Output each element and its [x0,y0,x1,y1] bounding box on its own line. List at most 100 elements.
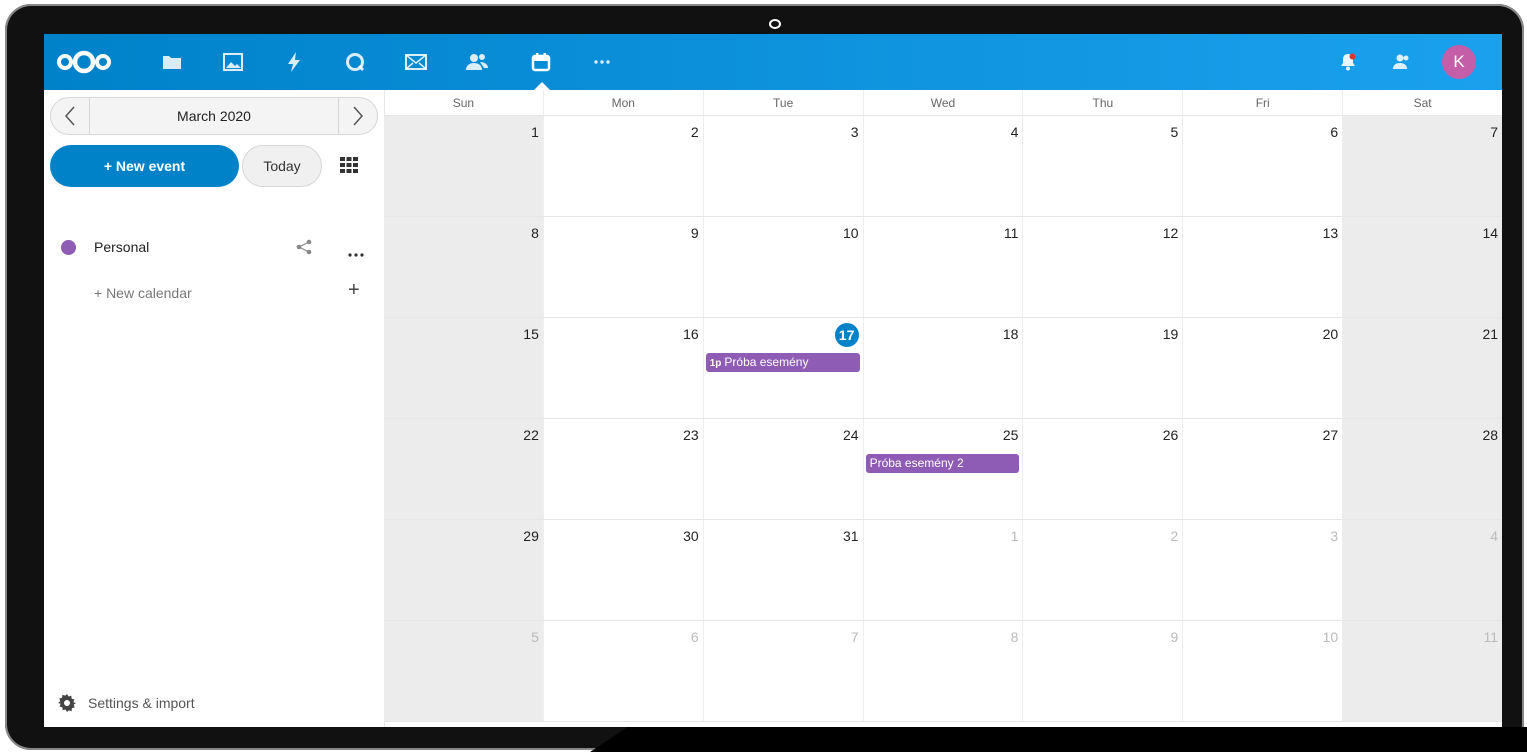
next-month-button[interactable] [338,98,377,134]
calendar-day-cell[interactable]: 10 [1182,621,1342,721]
day-number[interactable]: 1 [531,124,539,140]
day-number[interactable]: 5 [1171,124,1179,140]
calendar-day-cell[interactable]: 8 [862,621,1023,721]
day-number[interactable]: 12 [1163,225,1179,241]
day-number[interactable]: 16 [683,326,699,342]
day-number[interactable]: 13 [1323,225,1339,241]
day-number[interactable]: 8 [531,225,539,241]
calendar-day-cell[interactable]: 25 Próba esemény 2 [862,419,1023,519]
calendar-day-cell[interactable]: 12 [1022,217,1182,317]
day-number[interactable]: 10 [1323,629,1339,645]
calendar-day-cell[interactable]: 9 [1022,621,1182,721]
calendar-list-item-personal[interactable]: Personal [44,230,384,266]
calendar-day-cell[interactable]: 17 1p Próba esemény [702,318,863,418]
calendar-day-cell[interactable]: 8 [384,217,543,317]
calendar-day-cell[interactable]: 2 [542,116,703,216]
day-number[interactable]: 21 [1482,326,1498,342]
previous-month-button[interactable] [51,98,90,134]
calendar-day-cell[interactable]: 7 [702,621,863,721]
calendar-day-cell[interactable]: 1 [384,116,543,216]
day-number[interactable]: 15 [523,326,539,342]
day-number[interactable]: 11 [1483,629,1498,645]
view-grid-icon[interactable] [340,157,358,178]
day-number[interactable]: 11 [1004,225,1019,241]
current-month-label[interactable]: March 2020 [90,98,338,134]
day-number[interactable]: 27 [1323,427,1339,443]
files-app-icon[interactable] [152,34,192,90]
new-event-button[interactable]: + New event [50,145,239,187]
day-number[interactable]: 2 [691,124,699,140]
more-apps-icon[interactable] [582,34,622,90]
nextcloud-logo-icon[interactable] [56,50,112,79]
calendar-day-cell[interactable]: 18 [862,318,1023,418]
calendar-day-cell[interactable]: 4 [862,116,1023,216]
day-number[interactable]: 6 [691,629,699,645]
calendar-day-cell[interactable]: 3 [702,116,863,216]
share-icon[interactable] [296,239,312,260]
day-number[interactable]: 6 [1330,124,1338,140]
calendar-day-cell[interactable]: 5 [1022,116,1182,216]
calendar-day-cell[interactable]: 5 [384,621,543,721]
calendar-day-cell[interactable]: 21 [1342,318,1502,418]
calendar-day-cell[interactable]: 26 [1022,419,1182,519]
user-avatar[interactable]: K [1442,45,1476,79]
calendar-day-cell[interactable]: 24 [702,419,863,519]
day-number[interactable]: 18 [1003,326,1019,342]
calendar-day-cell[interactable]: 23 [542,419,703,519]
calendar-event[interactable]: 1p Próba esemény [705,353,860,372]
calendar-day-cell[interactable]: 19 [1022,318,1182,418]
calendar-event[interactable]: Próba esemény 2 [865,454,1020,473]
calendar-day-cell[interactable]: 11 [1342,621,1502,721]
day-number[interactable]: 4 [1490,528,1498,544]
add-calendar-plus-icon[interactable]: + [348,280,360,300]
day-number[interactable]: 30 [683,528,699,544]
calendar-day-cell[interactable]: 9 [542,217,703,317]
day-number[interactable]: 4 [1011,124,1019,140]
notifications-bell-icon[interactable] [1328,34,1368,90]
contacts-app-icon[interactable] [457,34,497,90]
day-number[interactable]: 20 [1323,326,1339,342]
day-number[interactable]: 2 [1171,528,1179,544]
calendar-more-options-icon[interactable] [348,244,364,262]
day-number[interactable]: 9 [1171,629,1179,645]
calendar-day-cell[interactable]: 11 [862,217,1023,317]
contacts-menu-icon[interactable] [1382,34,1422,90]
calendar-day-cell[interactable]: 3 [1182,520,1342,620]
calendar-day-cell[interactable]: 22 [384,419,543,519]
calendar-day-cell[interactable]: 6 [1182,116,1342,216]
day-number[interactable]: 25 [1003,427,1019,443]
calendar-day-cell[interactable]: 30 [542,520,703,620]
day-number[interactable]: 29 [523,528,539,544]
calendar-day-cell[interactable]: 16 [542,318,703,418]
day-number[interactable]: 3 [1330,528,1338,544]
calendar-day-cell[interactable]: 4 [1342,520,1502,620]
day-number[interactable]: 28 [1482,427,1498,443]
settings-import-link[interactable]: Settings & import [58,694,195,712]
day-number[interactable]: 9 [691,225,699,241]
calendar-day-cell[interactable]: 27 [1182,419,1342,519]
day-number[interactable]: 24 [843,427,859,443]
talk-app-icon[interactable] [335,34,375,90]
day-number[interactable]: 22 [523,427,539,443]
calendar-day-cell[interactable]: 20 [1182,318,1342,418]
calendar-day-cell[interactable]: 28 [1342,419,1502,519]
new-calendar-link[interactable]: + New calendar [94,285,192,301]
calendar-color-dot[interactable] [61,240,76,255]
day-number[interactable]: 23 [683,427,699,443]
calendar-day-cell[interactable]: 29 [384,520,543,620]
day-number[interactable]: 7 [851,629,859,645]
day-number[interactable]: 7 [1490,124,1498,140]
calendar-day-cell[interactable]: 13 [1182,217,1342,317]
day-number[interactable]: 5 [531,629,539,645]
day-number[interactable]: 8 [1011,629,1019,645]
day-number[interactable]: 19 [1163,326,1179,342]
day-number[interactable]: 3 [851,124,859,140]
today-button[interactable]: Today [242,145,322,187]
day-number[interactable]: 26 [1163,427,1179,443]
day-number[interactable]: 1 [1011,528,1019,544]
calendar-day-cell[interactable]: 7 [1342,116,1502,216]
day-number[interactable]: 10 [843,225,859,241]
calendar-day-cell[interactable]: 31 [702,520,863,620]
calendar-day-cell[interactable]: 6 [542,621,703,721]
day-number[interactable]: 14 [1482,225,1498,241]
